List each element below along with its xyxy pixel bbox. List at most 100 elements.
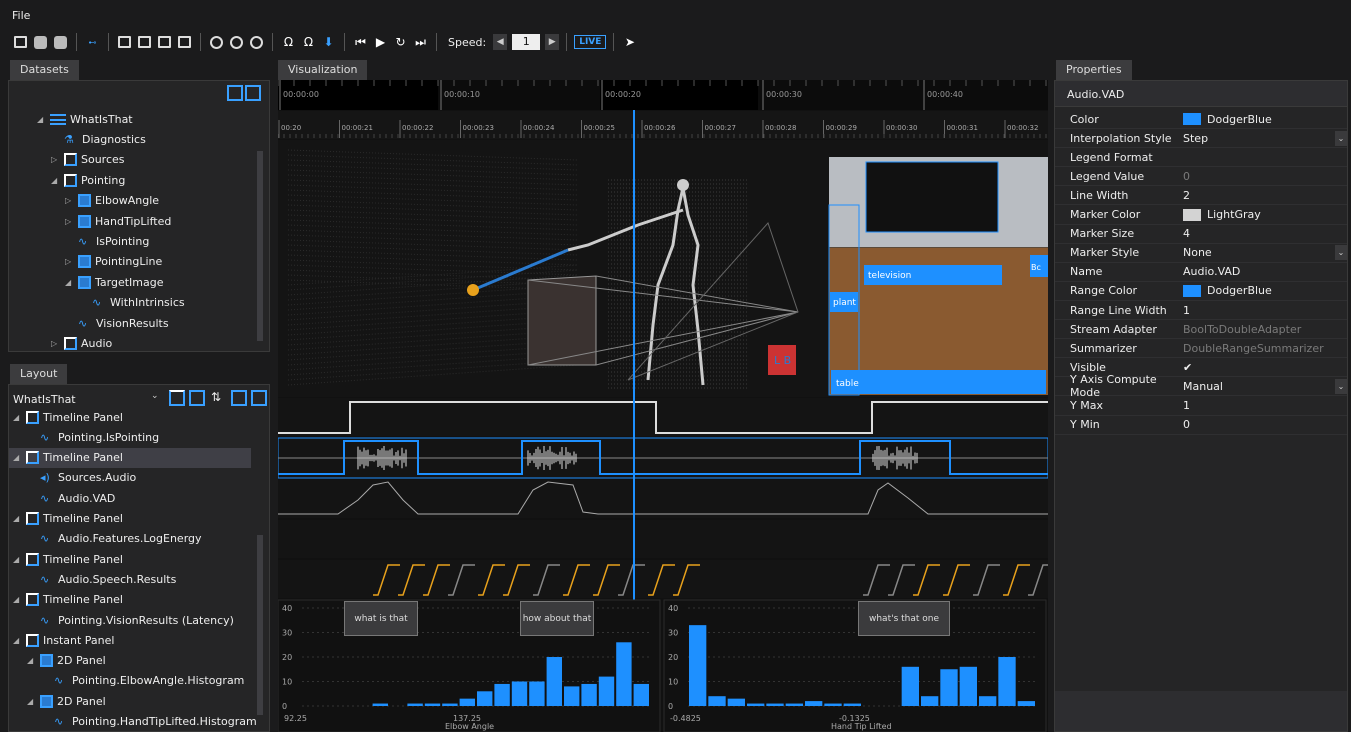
property-row[interactable]: Interpolation Style Step ⌄ — [1055, 129, 1347, 148]
property-value[interactable]: DoubleRangeSummarizer — [1177, 339, 1347, 358]
property-row[interactable]: Marker Color LightGray — [1055, 206, 1347, 225]
loop-icon[interactable]: ↻ — [392, 34, 409, 51]
tree-item[interactable]: ▷ HandTipLifted — [65, 211, 171, 231]
timeline-panel-icon[interactable] — [116, 34, 133, 51]
layout-scrollbar[interactable] — [257, 535, 263, 715]
open-store-icon[interactable] — [12, 34, 29, 51]
tree-item[interactable]: ▷ PointingLine — [65, 252, 162, 272]
layout-dropdown-icon[interactable]: ⌄ — [151, 391, 163, 405]
expand-arrow-icon[interactable]: ◢ — [13, 595, 23, 604]
tree-item[interactable]: ∿ Pointing.VisionResults (Latency) — [27, 610, 234, 630]
tree-item[interactable]: ◢ Timeline Panel — [13, 509, 123, 529]
tree-item[interactable]: ◂) Sources.Audio — [27, 468, 136, 488]
tree-item[interactable]: ∿ VisionResults — [65, 313, 169, 333]
property-row[interactable]: Y Min 0 — [1055, 416, 1347, 435]
tree-item[interactable]: ◢ Timeline Panel — [13, 549, 123, 569]
tree-item[interactable]: ◢ 2D Panel — [27, 691, 106, 711]
property-row[interactable]: Legend Format — [1055, 148, 1347, 167]
layout-collapse-icon[interactable] — [231, 390, 247, 406]
expand-arrow-icon[interactable]: ▷ — [65, 257, 75, 266]
tab-layout[interactable]: Layout — [10, 364, 67, 384]
property-row[interactable]: Range Line Width 1 — [1055, 301, 1347, 320]
property-value[interactable]: Manual ⌄ — [1177, 377, 1347, 396]
live-button[interactable]: LIVE — [574, 35, 606, 49]
database-icon[interactable] — [32, 34, 49, 51]
property-value[interactable]: Step ⌄ — [1177, 129, 1347, 148]
property-row[interactable]: Y Axis Compute Mode Manual ⌄ — [1055, 377, 1347, 396]
expand-arrow-icon[interactable]: ◢ — [13, 453, 23, 462]
property-value[interactable]: 1 — [1177, 301, 1347, 320]
property-row[interactable]: Legend Value 0 — [1055, 167, 1347, 186]
tab-datasets[interactable]: Datasets — [10, 60, 79, 80]
expand-arrow-icon[interactable]: ◢ — [13, 636, 23, 645]
expand-arrow-icon[interactable]: ▷ — [51, 155, 61, 164]
tree-item[interactable]: ∿ Audio.VAD — [27, 488, 115, 508]
marker-end-icon[interactable]: Ω — [300, 34, 317, 51]
property-row[interactable]: Summarizer DoubleRangeSummarizer — [1055, 339, 1347, 358]
property-value[interactable]: None ⌄ — [1177, 243, 1347, 262]
tree-item[interactable]: ∿ Audio.Features.LogEnergy — [27, 529, 202, 549]
expand-arrow-icon[interactable]: ◢ — [13, 514, 23, 523]
property-row[interactable]: Line Width 2 — [1055, 186, 1347, 205]
tree-item[interactable]: ◢ TargetImage — [65, 272, 163, 292]
property-value[interactable]: Audio.VAD — [1177, 262, 1347, 281]
new-layout-icon[interactable] — [169, 390, 185, 406]
property-value[interactable]: 1 — [1177, 396, 1347, 415]
datasets-scrollbar[interactable] — [257, 151, 263, 341]
database-open-icon[interactable] — [52, 34, 69, 51]
tree-item[interactable]: ▷ ElbowAngle — [65, 191, 159, 211]
expand-arrow-icon[interactable]: ◢ — [27, 656, 37, 665]
property-row[interactable]: Name Audio.VAD — [1055, 263, 1347, 282]
expand-arrow-icon[interactable]: ◢ — [37, 115, 47, 124]
tree-item[interactable]: ◢ Timeline Panel — [13, 590, 123, 610]
marker-clear-icon[interactable]: ⬇ — [320, 34, 337, 51]
speech-result[interactable]: how about that — [520, 601, 594, 636]
save-layout-icon[interactable] — [189, 390, 205, 406]
marker-icon[interactable]: Ω — [280, 34, 297, 51]
instant-panel-icon[interactable] — [136, 34, 153, 51]
property-value[interactable]: 4 — [1177, 224, 1347, 243]
expand-arrow-icon[interactable]: ▷ — [65, 196, 75, 205]
zoom-fit-icon[interactable] — [248, 34, 265, 51]
tab-visualization[interactable]: Visualization — [278, 60, 367, 80]
cursor-icon[interactable]: ➤ — [621, 34, 638, 51]
expand-arrow-icon[interactable]: ◢ — [65, 278, 75, 287]
tree-item[interactable]: ▷ Audio — [51, 333, 112, 353]
layout-expand-icon[interactable] — [251, 390, 267, 406]
file-menu[interactable]: File — [12, 9, 30, 22]
skip-start-icon[interactable]: ⏮ — [352, 34, 369, 51]
property-row[interactable]: Y Max 1 — [1055, 397, 1347, 416]
speed-value[interactable]: 1 — [512, 34, 540, 50]
sort-icon[interactable]: ⇅ — [211, 390, 227, 406]
dropdown-icon[interactable]: ⌄ — [1335, 131, 1347, 146]
speed-decrease-button[interactable]: ◀ — [493, 34, 507, 50]
sync-icon[interactable]: ⊷ — [84, 34, 101, 51]
property-value[interactable] — [1177, 148, 1347, 167]
property-value[interactable]: BoolToDoubleAdapter — [1177, 320, 1347, 339]
expand-arrow-icon[interactable]: ◢ — [13, 413, 23, 422]
property-value[interactable]: DodgerBlue — [1177, 281, 1347, 300]
play-icon[interactable]: ▶ — [372, 34, 389, 51]
property-value[interactable]: DodgerBlue — [1177, 110, 1347, 129]
zoom-in-icon[interactable] — [208, 34, 225, 51]
three-panel-icon[interactable] — [176, 34, 193, 51]
property-value[interactable]: LightGray — [1177, 205, 1347, 224]
property-value[interactable]: ✔ — [1177, 358, 1347, 377]
property-row[interactable]: Marker Size 4 — [1055, 225, 1347, 244]
tree-item[interactable]: ∿ WithIntrinsics — [79, 293, 185, 313]
expand-all-icon[interactable] — [245, 85, 261, 101]
expand-arrow-icon[interactable]: ◢ — [13, 555, 23, 564]
zoom-out-icon[interactable] — [228, 34, 245, 51]
skip-end-icon[interactable]: ⏭ — [412, 34, 429, 51]
property-row[interactable]: Marker Style None ⌄ — [1055, 244, 1347, 263]
tree-item[interactable]: ◢ WhatIsThat — [37, 109, 133, 129]
expand-arrow-icon[interactable]: ▷ — [51, 339, 61, 348]
tree-item[interactable]: ∿ IsPointing — [65, 231, 149, 251]
tree-item[interactable]: ⚗ Diagnostics — [51, 129, 146, 149]
dropdown-icon[interactable]: ⌄ — [1335, 245, 1347, 260]
tree-item[interactable]: ∿ Audio.Speech.Results — [27, 569, 176, 589]
property-value[interactable]: 2 — [1177, 186, 1347, 205]
expand-arrow-icon[interactable]: ◢ — [51, 176, 61, 185]
speech-result[interactable]: what is that — [344, 601, 418, 636]
tree-item[interactable]: ◢ Timeline Panel — [9, 448, 251, 468]
